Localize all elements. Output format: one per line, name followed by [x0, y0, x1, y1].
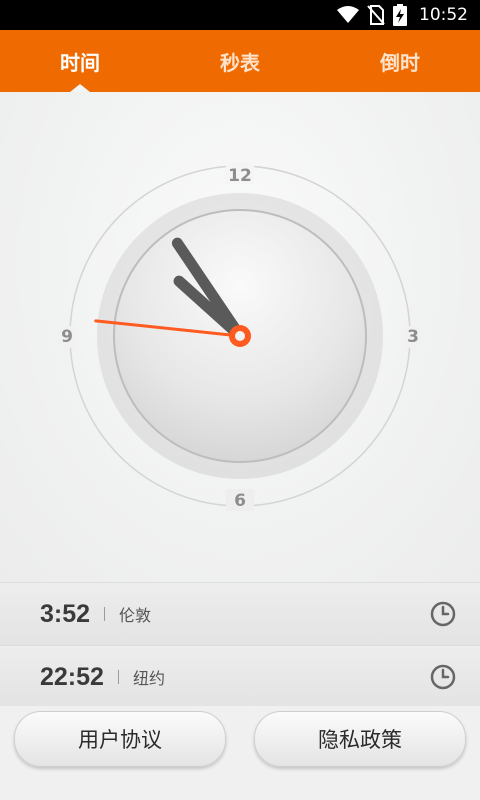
tab-bar: 时间 秒表 倒时 — [0, 30, 480, 92]
clock-icon[interactable] — [430, 664, 456, 690]
tab-time-label: 时间 — [60, 50, 100, 75]
wifi-icon — [337, 6, 359, 23]
status-bar: 10:52 — [0, 0, 480, 30]
no-sim-icon — [367, 5, 385, 25]
tab-stopwatch-label: 秒表 — [220, 50, 260, 75]
analog-clock: 12 6 9 3 — [58, 162, 422, 511]
active-tab-indicator — [70, 84, 90, 92]
user-agreement-button[interactable]: 用户协议 — [14, 711, 226, 767]
world-clock-row-london[interactable]: 3:52 伦敦 — [0, 582, 480, 645]
battery-charging-icon — [393, 4, 407, 26]
privacy-policy-button[interactable]: 隐私政策 — [254, 711, 466, 767]
world-clock-city: 纽约 — [132, 669, 165, 688]
tab-time[interactable]: 时间 — [0, 30, 160, 92]
status-time: 10:52 — [419, 5, 468, 25]
screen: 10:52 时间 秒表 倒时 12 6 9 3 3:52 伦敦 22:52 纽约… — [0, 0, 480, 800]
numeral-9: 9 — [61, 327, 73, 347]
world-clock-city: 伦敦 — [119, 606, 152, 625]
clock-area: 12 6 9 3 — [0, 92, 480, 582]
numeral-6: 6 — [234, 491, 246, 511]
clock-icon[interactable] — [430, 601, 456, 627]
separator — [104, 607, 106, 621]
world-clock-row-newyork[interactable]: 22:52 纽约 — [0, 645, 480, 708]
hand-pivot-center — [235, 331, 245, 341]
numeral-12: 12 — [228, 166, 252, 186]
numeral-3: 3 — [407, 327, 419, 347]
separator — [117, 670, 119, 684]
tab-countdown-label: 倒时 — [380, 50, 420, 75]
tab-countdown[interactable]: 倒时 — [320, 30, 480, 92]
tab-stopwatch[interactable]: 秒表 — [160, 30, 320, 92]
world-clock-time: 22:52 — [40, 662, 104, 691]
world-clock-time: 3:52 — [40, 599, 91, 628]
bottom-bar: 用户协议 隐私政策 — [0, 706, 480, 800]
status-icons: 10:52 — [337, 0, 468, 30]
